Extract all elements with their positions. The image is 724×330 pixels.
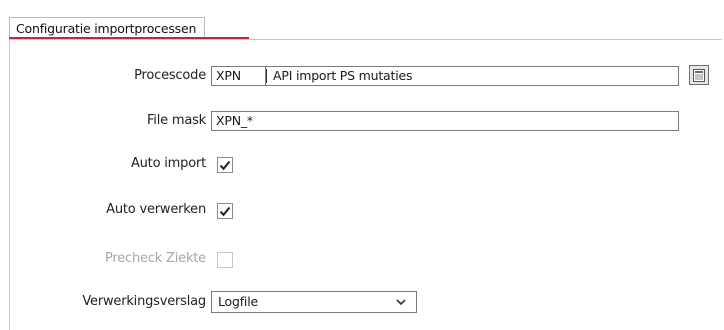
auto-verwerken-label: Auto verwerken — [106, 202, 206, 217]
lookup-list-icon — [693, 68, 705, 82]
checkmark-icon — [219, 160, 231, 170]
configuration-window: Configuratie importprocessen Procescode … — [0, 0, 724, 330]
verwerkingsverslag-label: Verwerkingsverslag — [82, 294, 206, 309]
chevron-down-icon — [396, 299, 406, 306]
procescode-label: Procescode — [134, 68, 206, 83]
tab-label: Configuratie importprocessen — [16, 21, 197, 36]
precheck-ziekte-checkbox — [217, 252, 233, 268]
procescode-lookup-button[interactable] — [689, 65, 709, 85]
verwerkingsverslag-selected: Logfile — [218, 294, 258, 309]
checkmark-icon — [219, 206, 231, 216]
precheck-ziekte-label: Precheck Ziekte — [104, 251, 206, 266]
file-mask-input[interactable]: XPN_* — [211, 111, 679, 131]
auto-verwerken-checkbox[interactable] — [217, 203, 233, 219]
procescode-description: API import PS mutaties — [273, 68, 413, 83]
auto-import-label: Auto import — [130, 156, 206, 171]
verwerkingsverslag-select[interactable]: Logfile — [211, 291, 417, 313]
procescode-description-field[interactable]: API import PS mutaties — [265, 66, 679, 86]
file-mask-label: File mask — [146, 113, 206, 128]
auto-import-checkbox[interactable] — [217, 157, 233, 173]
procescode-code-input[interactable]: XPN — [211, 66, 265, 86]
